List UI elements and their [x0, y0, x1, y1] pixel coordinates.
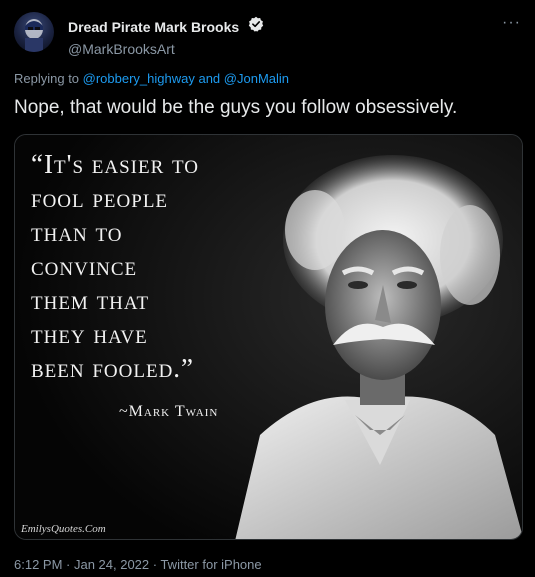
tweet-header: Dread Pirate Mark Brooks @MarkBrooksArt …: [14, 10, 521, 58]
quote-line: them that: [31, 285, 150, 315]
replying-to-label: Replying to: [14, 71, 83, 86]
quote-line: “It's easier to: [31, 149, 199, 179]
mention-joiner[interactable]: and: [195, 71, 224, 86]
verified-badge-icon: [248, 16, 264, 37]
more-options-icon[interactable]: ···: [502, 14, 521, 32]
quote-line: fool people: [31, 183, 169, 213]
avatar-image: [25, 19, 43, 52]
quote-line: convince: [31, 251, 138, 281]
quote-line: been fooled.”: [31, 353, 195, 383]
avatar[interactable]: [14, 12, 54, 52]
quote-line: they have: [31, 319, 148, 349]
tweet-media-image[interactable]: “It's easier to fool people than to conv…: [14, 134, 523, 540]
tweet-text: Nope, that would be the guys you follow …: [14, 97, 458, 118]
image-watermark: EmilysQuotes.Com: [21, 523, 106, 535]
display-name[interactable]: Dread Pirate Mark Brooks: [68, 19, 239, 35]
replying-to: Replying to @robbery_highway and @JonMal…: [14, 71, 289, 86]
mention-link[interactable]: @JonMalin: [224, 71, 289, 86]
tweet: Dread Pirate Mark Brooks @MarkBrooksArt …: [0, 0, 535, 577]
author-handle[interactable]: @MarkBrooksArt: [68, 41, 264, 57]
author-names: Dread Pirate Mark Brooks @MarkBrooksArt: [68, 16, 264, 57]
mention-link[interactable]: @robbery_highway: [83, 71, 195, 86]
quote-line: than to: [31, 217, 123, 247]
quote-text: “It's easier to fool people than to conv…: [31, 147, 199, 385]
tweet-timestamp[interactable]: 6:12 PM · Jan 24, 2022 · Twitter for iPh…: [14, 557, 262, 572]
quote-attribution: ~Mark Twain: [119, 403, 219, 420]
